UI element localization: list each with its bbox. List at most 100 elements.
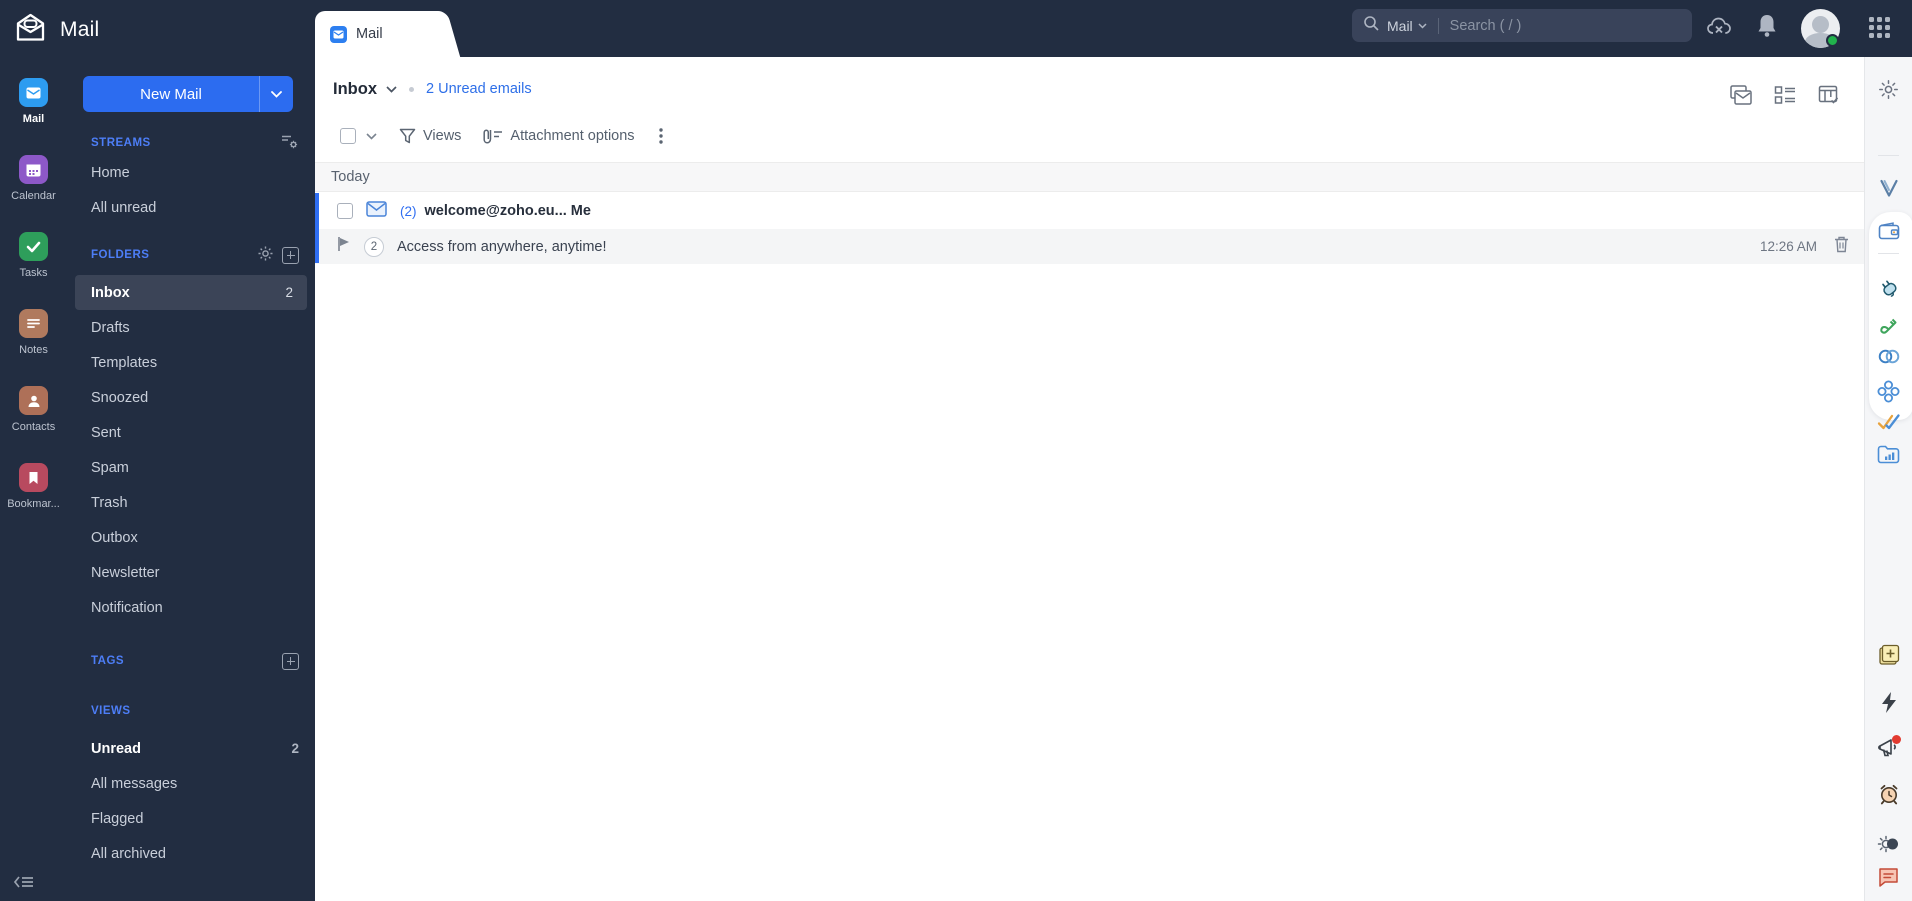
- new-mail-dropdown-button[interactable]: [260, 76, 293, 112]
- sidebar-item-label: Home: [91, 164, 130, 181]
- theme-day-night-icon[interactable]: [1865, 833, 1912, 855]
- sidebar-item-home[interactable]: Home: [67, 155, 315, 190]
- calendar-app-icon: [19, 155, 48, 184]
- folder-label: Newsletter: [91, 564, 160, 581]
- avatar-silhouette: [1812, 16, 1829, 33]
- current-folder-title[interactable]: Inbox: [333, 80, 377, 99]
- rail-divider: [1878, 155, 1899, 156]
- sidebar-folder-templates[interactable]: Templates: [67, 345, 315, 380]
- app-rail-label: Notes: [19, 344, 48, 356]
- app-launcher-icon[interactable]: [1869, 17, 1890, 38]
- email-checkbox[interactable]: [337, 203, 353, 219]
- unread-envelope-icon[interactable]: [366, 200, 387, 222]
- notes-app-icon: [19, 309, 48, 338]
- wallet-icon[interactable]: [1865, 222, 1912, 240]
- workdrive-folder-chart-icon[interactable]: [1865, 445, 1912, 464]
- column-view-icon[interactable]: [1818, 85, 1840, 105]
- feedback-chat-icon[interactable]: [1865, 866, 1912, 889]
- folder-label: Trash: [91, 494, 128, 511]
- search-bar[interactable]: Mail: [1352, 9, 1692, 42]
- folders-title: FOLDERS: [91, 249, 150, 261]
- sidebar-item-all-unread[interactable]: All unread: [67, 190, 315, 225]
- views-filter-button[interactable]: Views: [399, 128, 461, 144]
- folders-settings-gear-icon[interactable]: [257, 245, 274, 265]
- sidebar-folder-inbox[interactable]: Inbox 2: [75, 275, 307, 310]
- mail-app-icon: [19, 78, 48, 107]
- unread-emails-link[interactable]: 2 Unread emails: [426, 81, 532, 97]
- sidebar-folder-drafts[interactable]: Drafts: [67, 310, 315, 345]
- unread-count-prefix: (2): [400, 203, 417, 219]
- view-label: All archived: [91, 845, 166, 862]
- settings-gear-icon[interactable]: [1865, 79, 1912, 100]
- folders-section-header: FOLDERS: [67, 243, 315, 267]
- sidebar-view-unread[interactable]: Unread 2: [67, 731, 315, 766]
- email-sender: welcome@zoho.eu... Me: [424, 203, 591, 219]
- app-rail-label: Contacts: [11, 421, 56, 433]
- app-rail-label: Bookmar...: [7, 498, 60, 510]
- contacts-app-icon: [19, 386, 48, 415]
- list-view-icon[interactable]: [1774, 85, 1796, 105]
- date-group-header: Today: [315, 162, 1864, 192]
- app-rail-item-contacts[interactable]: Contacts: [0, 386, 67, 433]
- search-input[interactable]: [1449, 17, 1681, 34]
- plug-integrations-icon[interactable]: [1865, 276, 1912, 300]
- add-folder-icon[interactable]: [282, 246, 299, 264]
- mail-tab-icon: [330, 25, 347, 43]
- attachment-options-label: Attachment options: [510, 128, 635, 144]
- app-rail: Mail Calendar Tasks Notes Contacts Bookm…: [0, 57, 67, 901]
- list-view-toggles: [1730, 85, 1840, 105]
- sidebar-view-flagged[interactable]: Flagged: [67, 801, 315, 836]
- tags-section-header: TAGS: [67, 649, 315, 673]
- select-dropdown-icon[interactable]: [366, 132, 377, 140]
- new-mail-button[interactable]: New Mail: [83, 76, 293, 112]
- tab-mail[interactable]: Mail: [315, 11, 427, 57]
- app-rail-item-tasks[interactable]: Tasks: [0, 232, 67, 279]
- zoho-projects-clover-icon[interactable]: [1865, 380, 1912, 403]
- notifications-bell-icon[interactable]: [1756, 13, 1778, 39]
- reading-pane-icon[interactable]: [1730, 85, 1752, 105]
- date-group-label: Today: [331, 169, 370, 185]
- brand[interactable]: Mail: [14, 12, 99, 48]
- search-scope-dropdown[interactable]: Mail: [1387, 18, 1427, 34]
- select-all-checkbox[interactable]: [340, 128, 356, 144]
- online-status-dot: [1826, 34, 1839, 47]
- streams-settings-icon[interactable]: [281, 134, 299, 153]
- zia-lightning-icon[interactable]: [1865, 691, 1912, 714]
- sticky-note-add-icon[interactable]: [1865, 643, 1912, 667]
- sidebar-view-all-messages[interactable]: All messages: [67, 766, 315, 801]
- flag-icon[interactable]: [337, 236, 351, 257]
- email-time: 12:26 AM: [1759, 239, 1817, 254]
- sidebar-folder-spam[interactable]: Spam: [67, 450, 315, 485]
- add-tag-icon[interactable]: [282, 652, 299, 670]
- attachment-options-button[interactable]: Attachment options: [483, 128, 635, 145]
- app-rail-item-calendar[interactable]: Calendar: [0, 155, 67, 202]
- sidebar-folder-outbox[interactable]: Outbox: [67, 520, 315, 555]
- sidebar-view-all-archived[interactable]: All archived: [67, 836, 315, 871]
- more-actions-icon[interactable]: [658, 128, 663, 144]
- bookmarks-app-icon: [19, 463, 48, 492]
- sidebar-folder-sent[interactable]: Sent: [67, 415, 315, 450]
- double-check-tasks-icon[interactable]: [1865, 413, 1912, 431]
- app-rail-label: Mail: [22, 113, 45, 125]
- app-rail-item-mail[interactable]: Mail: [0, 78, 67, 125]
- email-row[interactable]: (2) welcome@zoho.eu... Me 2 Access from …: [315, 193, 1864, 264]
- sidebar-folder-trash[interactable]: Trash: [67, 485, 315, 520]
- reminders-alarm-icon[interactable]: [1865, 782, 1912, 806]
- sidebar-folder-snoozed[interactable]: Snoozed: [67, 380, 315, 415]
- tab-label: Mail: [356, 26, 383, 42]
- app-rail-item-notes[interactable]: Notes: [0, 309, 67, 356]
- vault-v-icon[interactable]: [1865, 179, 1912, 198]
- zoho-sign-icon[interactable]: [1865, 316, 1912, 337]
- folder-dropdown-icon[interactable]: [386, 85, 397, 93]
- collapse-sidebar-icon[interactable]: [13, 874, 35, 895]
- zoho-crm-rings-icon[interactable]: [1865, 348, 1912, 365]
- views-title: VIEWS: [91, 705, 131, 717]
- tags-title: TAGS: [91, 655, 125, 667]
- announcements-megaphone-icon[interactable]: [1865, 736, 1912, 759]
- delete-email-icon[interactable]: [1834, 236, 1849, 258]
- offline-cloud-icon[interactable]: [1706, 15, 1734, 39]
- new-mail-label[interactable]: New Mail: [83, 76, 259, 112]
- sidebar-folder-newsletter[interactable]: Newsletter: [67, 555, 315, 590]
- sidebar-folder-notification[interactable]: Notification: [67, 590, 315, 625]
- app-rail-item-bookmarks[interactable]: Bookmar...: [0, 463, 67, 510]
